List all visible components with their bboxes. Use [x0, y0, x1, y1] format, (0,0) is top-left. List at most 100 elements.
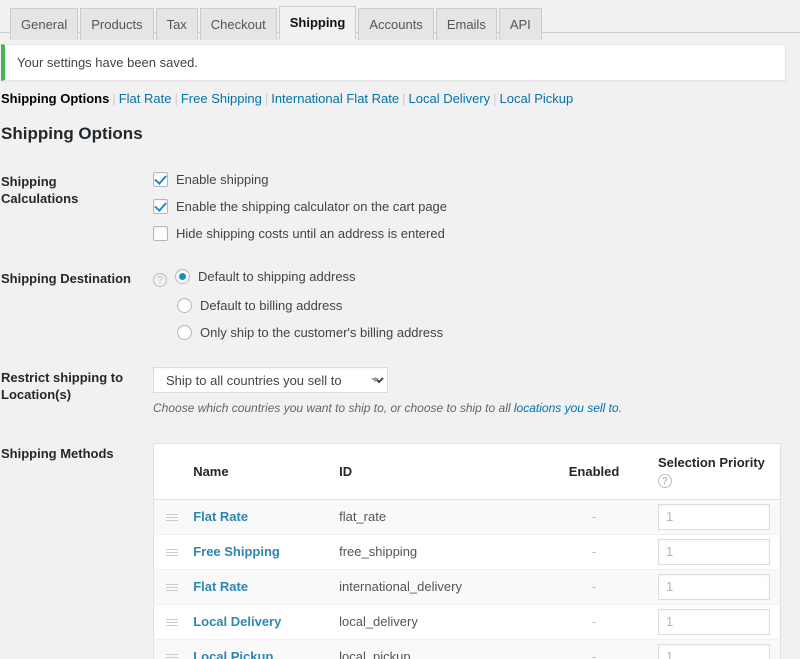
- drag-handle-icon[interactable]: [166, 652, 178, 659]
- radio-option[interactable]: ? Default to shipping address: [153, 268, 781, 287]
- row-priority-cell: [647, 534, 781, 570]
- row-id-cell: free_shipping: [329, 534, 541, 570]
- row-enabled-cell: -: [540, 569, 648, 605]
- row-id-cell: local_delivery: [329, 604, 541, 640]
- selection-priority-input[interactable]: [657, 573, 770, 600]
- row-enabled-cell: -: [540, 604, 648, 640]
- subnav-item-local-pickup[interactable]: Local Pickup: [500, 91, 574, 106]
- subnav-separator: |: [402, 91, 406, 106]
- row-enabled-cell: -: [540, 534, 648, 570]
- tab-tax[interactable]: Tax: [155, 8, 198, 40]
- shipping-method-link[interactable]: Local Delivery: [193, 614, 281, 629]
- row-shipping-calculations: Shipping Calculations Enable shipping Ena…: [1, 158, 791, 255]
- checkbox-unchecked-icon[interactable]: [153, 226, 168, 241]
- drag-handle-icon[interactable]: [166, 512, 178, 523]
- checkbox-label: Enable the shipping calculator on the ca…: [176, 199, 448, 214]
- locations-you-sell-to-link[interactable]: locations you sell to: [514, 401, 619, 415]
- radio-label: Default to billing address: [200, 298, 343, 313]
- table-row: Free Shipping free_shipping -: [153, 534, 781, 570]
- row-priority-cell: [647, 569, 781, 605]
- tab-accounts[interactable]: Accounts: [358, 8, 434, 40]
- label-restrict-shipping: Restrict shipping to Location(s): [1, 370, 124, 402]
- row-name-cell: Local Delivery: [183, 604, 330, 640]
- row-priority-cell: [647, 639, 781, 659]
- row-name-cell: Free Shipping: [183, 534, 330, 570]
- tab-checkout[interactable]: Checkout: [199, 8, 277, 40]
- radio-unselected-icon[interactable]: [177, 325, 192, 340]
- radio-option[interactable]: Default to billing address: [153, 297, 781, 314]
- row-id-cell: flat_rate: [329, 499, 541, 535]
- shipping-destination-fieldset: ? Default to shipping address Default to b…: [153, 268, 781, 341]
- row-name-cell: Flat Rate: [183, 569, 330, 605]
- row-enabled-cell: -: [540, 499, 648, 535]
- enabled-value: -: [591, 509, 597, 525]
- checkbox-option[interactable]: Enable shipping: [153, 171, 781, 188]
- row-sort-cell[interactable]: [153, 604, 184, 640]
- tab-shipping[interactable]: Shipping: [278, 6, 357, 40]
- description-text-after: .: [618, 401, 622, 415]
- checkbox-checked-icon[interactable]: [153, 199, 168, 214]
- notice-text: Your settings have been saved.: [17, 55, 198, 70]
- radio-option[interactable]: Only ship to the customer's billing addr…: [153, 324, 781, 341]
- selection-priority-input[interactable]: [657, 538, 770, 565]
- radio-label: Only ship to the customer's billing addr…: [200, 325, 444, 340]
- label-shipping-destination: Shipping Destination: [1, 271, 131, 286]
- row-id-cell: local_pickup: [329, 639, 541, 659]
- tab-general[interactable]: General: [10, 8, 79, 40]
- drag-handle-icon[interactable]: [166, 617, 178, 628]
- success-notice: Your settings have been saved.: [1, 44, 786, 81]
- shipping-method-link[interactable]: Flat Rate: [193, 509, 248, 524]
- help-icon[interactable]: ?: [657, 473, 672, 488]
- shipping-methods-header-row: Name ID Enabled Selection Priority?: [153, 443, 781, 500]
- drag-handle-icon[interactable]: [166, 582, 178, 593]
- settings-tab-bar: General Products Tax Checkout Shipping Accoun…: [0, 0, 800, 40]
- settings-page: General Products Tax Checkout Shipping Accoun…: [0, 0, 800, 659]
- subnav-separator: |: [264, 91, 269, 106]
- shipping-methods-table: Name ID Enabled Selection Priority? Flat…: [153, 442, 781, 659]
- drag-handle-icon[interactable]: [166, 547, 178, 558]
- tab-api[interactable]: API: [498, 8, 542, 40]
- tab-emails[interactable]: Emails: [435, 8, 497, 40]
- selection-priority-input[interactable]: [657, 503, 770, 530]
- tab-products[interactable]: Products: [80, 8, 154, 40]
- help-icon[interactable]: ?: [153, 273, 167, 287]
- selection-priority-input[interactable]: [657, 608, 770, 635]
- checkbox-label: Enable shipping: [176, 172, 269, 187]
- description-text-before: Choose which countries you want to ship …: [153, 401, 514, 415]
- radio-unselected-icon[interactable]: [177, 298, 192, 313]
- col-header-sort: [153, 443, 184, 500]
- section-subnav: Shipping Options | Flat Rate | Free Shipping…: [0, 91, 800, 106]
- shipping-methods-body: Flat Rate flat_rate - Free Shipping free_shi…: [153, 499, 781, 659]
- subnav-item-international-flat-rate[interactable]: International Flat Rate: [271, 91, 399, 106]
- restrict-shipping-description: Choose which countries you want to ship …: [153, 400, 781, 417]
- label-shipping-methods: Shipping Methods: [1, 445, 114, 461]
- table-row: Local Delivery local_delivery -: [153, 604, 781, 640]
- checkbox-option[interactable]: Hide shipping costs until an address is …: [153, 225, 781, 242]
- subnav-item-local-delivery[interactable]: Local Delivery: [409, 91, 491, 106]
- shipping-method-link[interactable]: Local Pickup: [193, 649, 273, 659]
- radio-label: Default to shipping address: [198, 269, 356, 284]
- col-header-priority-label: Selection Priority: [657, 454, 765, 470]
- subnav-item-flat-rate[interactable]: Flat Rate: [119, 91, 172, 106]
- row-shipping-destination: Shipping Destination ? Default to shippin…: [1, 255, 791, 354]
- restrict-shipping-select[interactable]: Ship to all countries you sell toShip to…: [153, 367, 388, 393]
- row-restrict-shipping: Restrict shipping to Location(s) Ship to…: [1, 354, 791, 430]
- subnav-item-free-shipping[interactable]: Free Shipping: [181, 91, 262, 106]
- checkbox-checked-icon[interactable]: [153, 172, 168, 187]
- checkbox-option[interactable]: Enable the shipping calculator on the ca…: [153, 198, 781, 215]
- row-priority-cell: [647, 499, 781, 535]
- radio-selected-icon[interactable]: [175, 269, 190, 284]
- row-sort-cell[interactable]: [153, 499, 184, 535]
- subnav-item-shipping-options[interactable]: Shipping Options: [1, 91, 109, 106]
- shipping-method-link[interactable]: Flat Rate: [193, 579, 248, 594]
- shipping-method-link[interactable]: Free Shipping: [193, 544, 280, 559]
- row-name-cell: Flat Rate: [183, 499, 330, 535]
- row-sort-cell[interactable]: [153, 639, 184, 659]
- row-sort-cell[interactable]: [153, 534, 184, 570]
- enabled-value: -: [591, 614, 597, 630]
- row-id-cell: international_delivery: [329, 569, 541, 605]
- col-header-id: ID: [329, 443, 541, 500]
- col-header-enabled: Enabled: [540, 443, 648, 500]
- selection-priority-input[interactable]: [657, 643, 770, 659]
- row-sort-cell[interactable]: [153, 569, 184, 605]
